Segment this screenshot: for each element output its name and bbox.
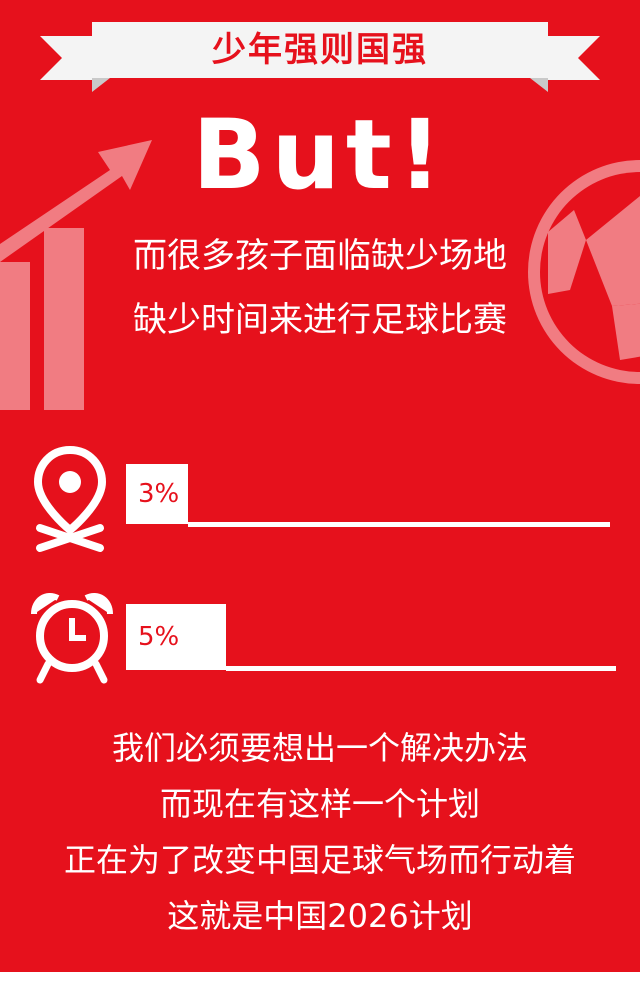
stat-row-time: 5% [0,590,640,700]
poster: 少年强则国强 But! 而很多孩子面临缺少场地 缺少时间来进行足球比赛 3% 5… [0,0,640,972]
outro-line: 而现在有这样一个计划 [159,785,480,823]
intro-line: 缺少时间来进行足球比赛 [133,300,507,340]
stat-row-space: 3% [0,444,640,554]
banner-title: 少年强则国强 [212,30,428,70]
stat-value-box: 3% [126,464,188,524]
intro-line: 而很多孩子面临缺少场地 [133,236,507,276]
stat-value-box: 5% [126,604,226,670]
headline: But! [192,99,448,211]
alarm-clock-icon [31,593,113,684]
stat-value: 3% [138,479,180,509]
outro-line: 正在为了改变中国足球气场而行动着 [63,841,576,879]
stat-baseline [226,666,616,671]
location-pin-icon [33,445,107,552]
stat-baseline [188,522,610,527]
outro-line: 这就是中国2026计划 [167,897,473,935]
outro-line: 我们必须要想出一个解决办法 [111,729,528,767]
stat-value: 5% [138,622,180,652]
